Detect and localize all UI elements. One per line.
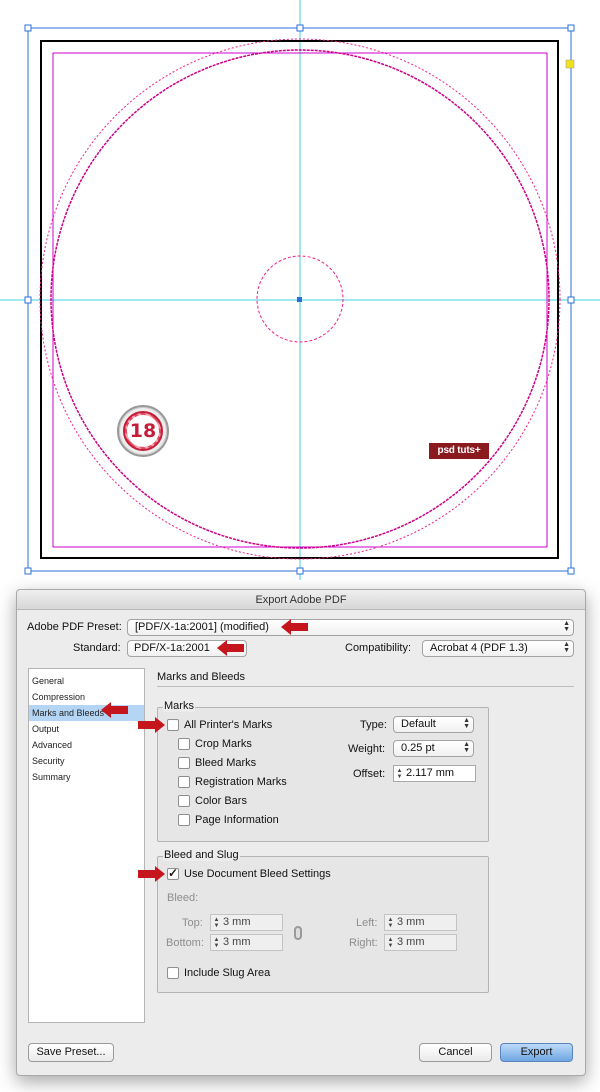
- stepper-icon[interactable]: ▲ ▼: [395, 767, 404, 780]
- offset-field[interactable]: ▲ ▼ 2.117 mm: [393, 765, 476, 782]
- right-bleed-value: 3 mm: [397, 936, 425, 948]
- offset-value: 2.117 mm: [406, 767, 455, 779]
- export-pdf-dialog: Export Adobe PDF Adobe PDF Preset: [PDF/…: [16, 589, 586, 1076]
- artboard-graphics: [0, 0, 600, 580]
- registration-marks-checkbox[interactable]: Registration Marks: [178, 775, 287, 789]
- sidebar-item-advanced[interactable]: Advanced: [29, 737, 144, 753]
- bottom-label: Bottom:: [166, 937, 204, 949]
- registration-marks-label: Registration Marks: [195, 776, 287, 788]
- checkbox-box[interactable]: [178, 757, 190, 769]
- bleed-label: Bleed:: [167, 892, 199, 904]
- right-bleed-field[interactable]: ▲ ▼ 3 mm: [384, 934, 457, 951]
- section-title: Marks and Bleeds: [157, 671, 246, 683]
- type-value: Default: [401, 718, 436, 730]
- updown-arrows-icon: ▲ ▼: [563, 641, 570, 654]
- stepper-icon[interactable]: ▲ ▼: [386, 936, 395, 949]
- standard-label: Standard:: [73, 642, 121, 654]
- sidebar-item-general[interactable]: General: [29, 673, 144, 689]
- red-arrow-icon: [138, 717, 165, 733]
- updown-arrows-icon: ▲ ▼: [463, 741, 470, 754]
- red-arrow-icon: [281, 619, 308, 635]
- include-slug-label: Include Slug Area: [184, 967, 271, 979]
- all-printers-marks-label: All Printer's Marks: [184, 719, 273, 731]
- marks-group-label: Marks: [163, 700, 195, 712]
- preset-value: [PDF/X-1a:2001] (modified): [135, 621, 269, 633]
- frame-adornment[interactable]: [565, 59, 575, 69]
- updown-arrows-icon: ▲ ▼: [463, 717, 470, 730]
- psd-tuts-logo: psd tuts+: [429, 443, 489, 459]
- compatibility-label: Compatibility:: [345, 642, 412, 654]
- weight-value: 0.25 pt: [401, 742, 435, 754]
- sidebar-item-output[interactable]: Output: [29, 721, 144, 737]
- left-label: Left:: [356, 917, 378, 929]
- red-arrow-icon: [217, 640, 244, 656]
- center-point: [297, 297, 302, 302]
- bleed-marks-label: Bleed Marks: [195, 757, 257, 769]
- dialog-title: Export Adobe PDF: [17, 590, 585, 610]
- use-document-bleed-label: Use Document Bleed Settings: [184, 868, 331, 880]
- color-bars-checkbox[interactable]: Color Bars: [178, 794, 247, 808]
- weight-label: Weight:: [348, 743, 386, 755]
- sidebar-item-summary[interactable]: Summary: [29, 769, 144, 785]
- checkbox-box[interactable]: [167, 719, 179, 731]
- export-button[interactable]: Export: [500, 1043, 573, 1062]
- red-arrow-icon: [138, 866, 165, 882]
- stepper-icon[interactable]: ▲ ▼: [386, 916, 395, 929]
- top-bleed-field[interactable]: ▲ ▼ 3 mm: [210, 914, 283, 931]
- section-divider: [157, 686, 574, 687]
- save-preset-button[interactable]: Save Preset...: [28, 1043, 114, 1062]
- bottom-bleed-field[interactable]: ▲ ▼ 3 mm: [210, 934, 283, 951]
- category-list[interactable]: General Compression Marks and Bleeds Out…: [28, 668, 145, 1023]
- bleed-slug-group-label: Bleed and Slug: [163, 849, 240, 861]
- compatibility-select[interactable]: Acrobat 4 (PDF 1.3) ▲ ▼: [422, 640, 574, 657]
- bleed-marks-checkbox[interactable]: Bleed Marks: [178, 756, 256, 770]
- type-label: Type:: [360, 719, 387, 731]
- checkbox-box[interactable]: [178, 814, 190, 826]
- top-bleed-value: 3 mm: [223, 916, 251, 928]
- stepper-icon[interactable]: ▲ ▼: [212, 916, 221, 929]
- crop-marks-checkbox[interactable]: Crop Marks: [178, 737, 252, 751]
- updown-arrows-icon: ▲ ▼: [563, 620, 570, 633]
- preset-label: Adobe PDF Preset:: [27, 621, 122, 633]
- bottom-bleed-value: 3 mm: [223, 936, 251, 948]
- left-bleed-field[interactable]: ▲ ▼ 3 mm: [384, 914, 457, 931]
- age-rating-badge: 18: [117, 405, 169, 457]
- checkbox-box[interactable]: [167, 967, 179, 979]
- include-slug-checkbox[interactable]: Include Slug Area: [167, 966, 270, 980]
- top-label: Top:: [182, 917, 203, 929]
- standard-value: PDF/X-1a:2001: [134, 642, 210, 654]
- stepper-icon[interactable]: ▲ ▼: [212, 936, 221, 949]
- compatibility-value: Acrobat 4 (PDF 1.3): [430, 642, 528, 654]
- checkbox-box[interactable]: [178, 738, 190, 750]
- use-document-bleed-checkbox[interactable]: Use Document Bleed Settings: [167, 866, 331, 881]
- offset-label: Offset:: [353, 768, 386, 780]
- checkbox-box[interactable]: [178, 776, 190, 788]
- document-canvas[interactable]: 18 psd tuts+: [0, 0, 600, 580]
- left-bleed-value: 3 mm: [397, 916, 425, 928]
- crop-marks-label: Crop Marks: [195, 738, 252, 750]
- sidebar-item-security[interactable]: Security: [29, 753, 144, 769]
- page-information-checkbox[interactable]: Page Information: [178, 813, 279, 827]
- right-label: Right:: [349, 937, 378, 949]
- color-bars-label: Color Bars: [195, 795, 247, 807]
- checkbox-checked[interactable]: [167, 866, 179, 880]
- all-printers-marks-checkbox[interactable]: All Printer's Marks: [167, 718, 272, 732]
- type-select[interactable]: Default ▲ ▼: [393, 716, 474, 733]
- badge-number: 18: [127, 415, 159, 447]
- weight-select[interactable]: 0.25 pt ▲ ▼: [393, 740, 474, 757]
- red-arrow-icon: [101, 702, 128, 718]
- preset-select[interactable]: [PDF/X-1a:2001] (modified) ▲ ▼: [127, 619, 574, 636]
- chain-link-icon[interactable]: [294, 926, 302, 940]
- checkbox-box[interactable]: [178, 795, 190, 807]
- page-information-label: Page Information: [195, 814, 279, 826]
- cancel-button[interactable]: Cancel: [419, 1043, 492, 1062]
